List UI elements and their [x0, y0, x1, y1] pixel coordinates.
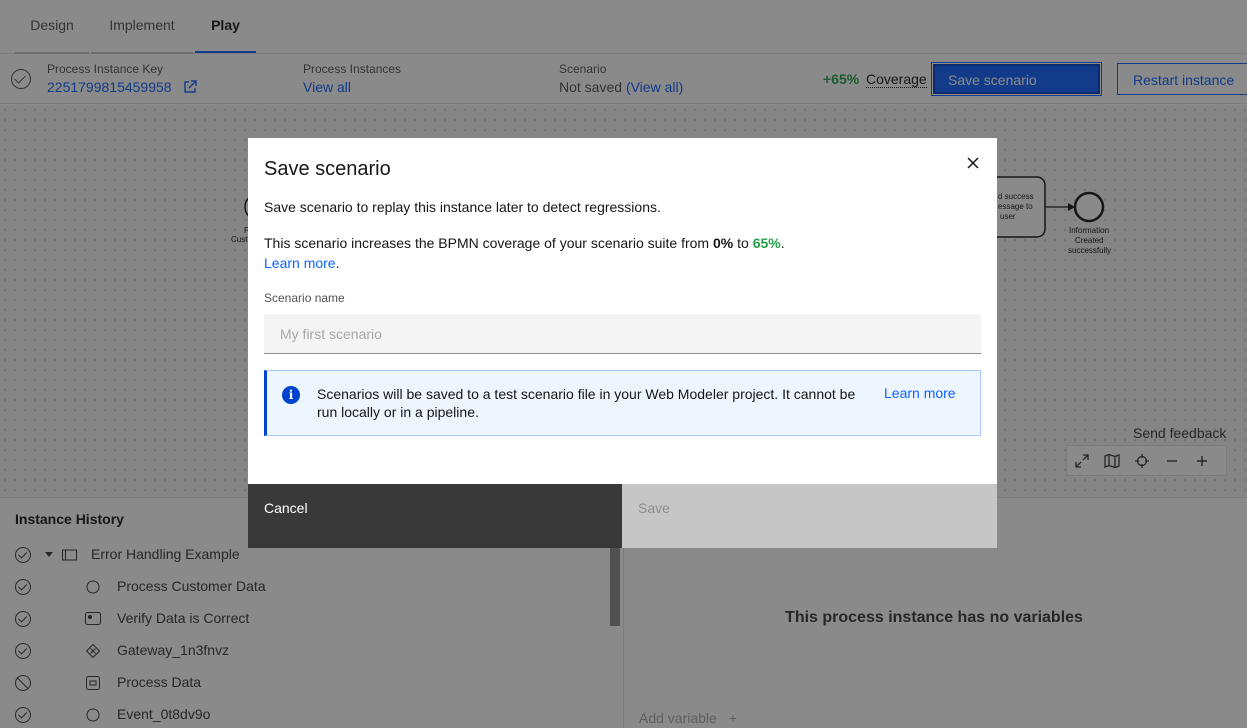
coverage-text: This scenario increases the BPMN coverag… — [264, 235, 713, 251]
save-button[interactable]: Save — [622, 484, 997, 548]
learn-more-line: Learn more. — [264, 255, 339, 271]
coverage-period: . — [780, 235, 785, 251]
cancel-button[interactable]: Cancel — [248, 484, 622, 548]
coverage-to-value: 65% — [752, 235, 781, 251]
learn-more-link[interactable]: Learn more — [264, 255, 336, 271]
info-notification: i Scenarios will be saved to a test scen… — [264, 370, 981, 436]
scenario-name-label: Scenario name — [264, 291, 345, 305]
notification-learn-more-link[interactable]: Learn more — [884, 385, 956, 401]
modal-footer: Cancel Save — [248, 484, 997, 548]
modal-title: Save scenario — [264, 158, 391, 180]
coverage-from-value: 0% — [712, 235, 734, 251]
save-scenario-modal: Save scenario Save scenario to replay th… — [248, 138, 997, 548]
scenario-name-input[interactable] — [264, 314, 981, 354]
info-icon: i — [282, 386, 300, 404]
modal-intro-text: Save scenario to replay this instance la… — [264, 199, 661, 215]
learn-more-period: . — [335, 255, 340, 271]
close-icon[interactable] — [962, 152, 984, 174]
coverage-description: This scenario increases the BPMN coverag… — [264, 235, 785, 251]
notification-text: Scenarios will be saved to a test scenar… — [317, 386, 856, 420]
coverage-to-word: to — [733, 235, 753, 251]
